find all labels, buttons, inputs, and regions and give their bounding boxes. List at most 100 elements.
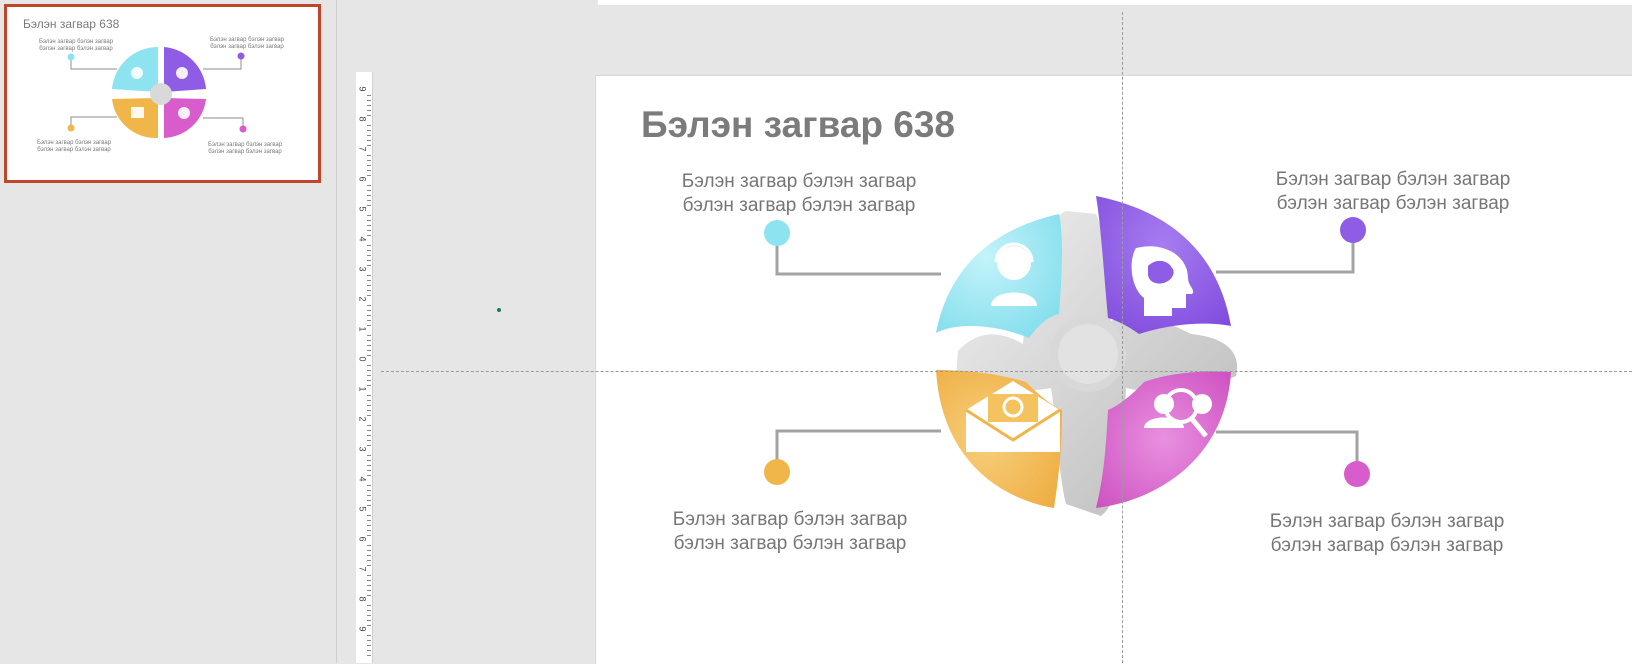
ruler-tick	[367, 280, 371, 281]
ruler-tick	[367, 525, 371, 526]
ruler-tick	[367, 340, 371, 341]
ruler-tick	[367, 385, 371, 386]
ruler-tick	[367, 620, 371, 621]
ruler-label: 1	[357, 386, 368, 392]
ruler-tick	[367, 535, 371, 536]
ruler-tick	[367, 95, 371, 96]
ruler-tick	[367, 560, 371, 561]
ruler-tick	[367, 550, 371, 551]
ruler-tick	[367, 320, 371, 321]
ruler-tick	[367, 200, 371, 201]
ruler-tick	[367, 250, 371, 251]
ruler-tick	[367, 465, 371, 466]
ruler-label: 5	[357, 506, 368, 512]
thumbnail-diagram	[67, 46, 247, 139]
connector-top-left	[775, 232, 941, 276]
ruler-tick	[367, 555, 371, 556]
petal-cyan	[936, 214, 1063, 338]
ruler-label: 2	[357, 416, 368, 422]
ruler-tick	[367, 415, 371, 416]
top-ruler-strip	[598, 0, 1632, 5]
ruler-tick	[367, 430, 371, 431]
ruler-label: 7	[357, 566, 368, 572]
ruler-tick	[367, 580, 371, 581]
ruler-tick	[367, 655, 371, 656]
ruler-tick	[367, 295, 371, 296]
ruler-tick	[367, 165, 371, 166]
ruler-tick	[367, 225, 371, 226]
ruler-tick	[367, 595, 371, 596]
ruler-tick	[367, 345, 371, 346]
ruler-tick	[367, 520, 371, 521]
ruler-tick	[367, 310, 371, 311]
ruler-tick	[367, 645, 371, 646]
guide-horizontal[interactable]	[381, 371, 1632, 372]
ruler-tick	[367, 100, 371, 101]
ruler-tick	[367, 395, 371, 396]
ruler-label: 6	[357, 536, 368, 542]
ruler-label: 0	[357, 356, 368, 362]
ruler-tick	[367, 135, 371, 136]
ruler-tick	[367, 255, 371, 256]
ruler-tick	[367, 285, 371, 286]
ruler-label: 3	[357, 266, 368, 272]
ruler-tick	[367, 470, 371, 471]
ruler-tick	[367, 400, 371, 401]
ruler-tick	[367, 585, 371, 586]
ruler-tick	[367, 425, 371, 426]
slide-canvas[interactable]: Бэлэн загвар 638 Бэлэн загвар бэлэн загв…	[595, 75, 1632, 664]
ruler-label: 8	[357, 596, 368, 602]
ruler-label: 3	[357, 446, 368, 452]
ruler-tick	[367, 195, 371, 196]
ruler-tick	[367, 105, 371, 106]
ruler-tick	[367, 235, 371, 236]
ruler-tick	[367, 610, 371, 611]
ruler-tick	[367, 155, 371, 156]
ruler-tick	[367, 365, 371, 366]
ruler-tick	[367, 335, 371, 336]
ruler-tick	[367, 130, 371, 131]
ruler-tick	[367, 190, 371, 191]
ruler-tick	[367, 635, 371, 636]
slide-thumbnail-1[interactable]: Бэлэн загвар 638 Бэлэн загвар бэлэн загв…	[4, 4, 321, 183]
ruler-tick	[367, 575, 371, 576]
ruler-label: 9	[357, 626, 368, 632]
ruler-tick	[367, 625, 371, 626]
ruler-tick	[367, 410, 371, 411]
connector-bottom-right	[1216, 430, 1359, 470]
ruler-tick	[367, 265, 371, 266]
ruler-tick	[367, 325, 371, 326]
ruler-tick	[367, 125, 371, 126]
ruler-tick	[367, 110, 371, 111]
ruler-tick	[367, 640, 371, 641]
ruler-tick	[367, 605, 371, 606]
dot-top-right	[1340, 217, 1366, 243]
guide-vertical[interactable]	[1122, 12, 1123, 663]
ruler-tick	[367, 445, 371, 446]
ruler-tick	[367, 590, 371, 591]
connector-top-right	[1216, 230, 1355, 274]
ruler-tick	[367, 185, 371, 186]
ruler-label: 4	[357, 476, 368, 482]
ruler-tick	[367, 245, 371, 246]
ruler-tick	[367, 315, 371, 316]
ruler-label: 9	[357, 86, 368, 92]
ruler-tick	[367, 260, 371, 261]
dot-top-left	[764, 220, 790, 246]
ruler-tick	[367, 485, 371, 486]
ruler-tick	[367, 615, 371, 616]
ruler-tick	[367, 650, 371, 651]
ruler-label: 2	[357, 296, 368, 302]
ruler-tick	[367, 205, 371, 206]
ruler-tick	[367, 290, 371, 291]
ruler-tick	[367, 545, 371, 546]
ruler-tick	[367, 170, 371, 171]
ruler-tick	[367, 140, 371, 141]
ruler-tick	[367, 145, 371, 146]
dot-bottom-left	[764, 459, 790, 485]
ruler-tick	[367, 380, 371, 381]
ruler-tick	[367, 305, 371, 306]
ruler-tick	[367, 565, 371, 566]
vertical-ruler: 9 8 7 6 5 4 3 2 1 0 1 2 3 4 5 6 7 8 9	[356, 72, 373, 663]
connector-bottom-left	[775, 429, 941, 469]
